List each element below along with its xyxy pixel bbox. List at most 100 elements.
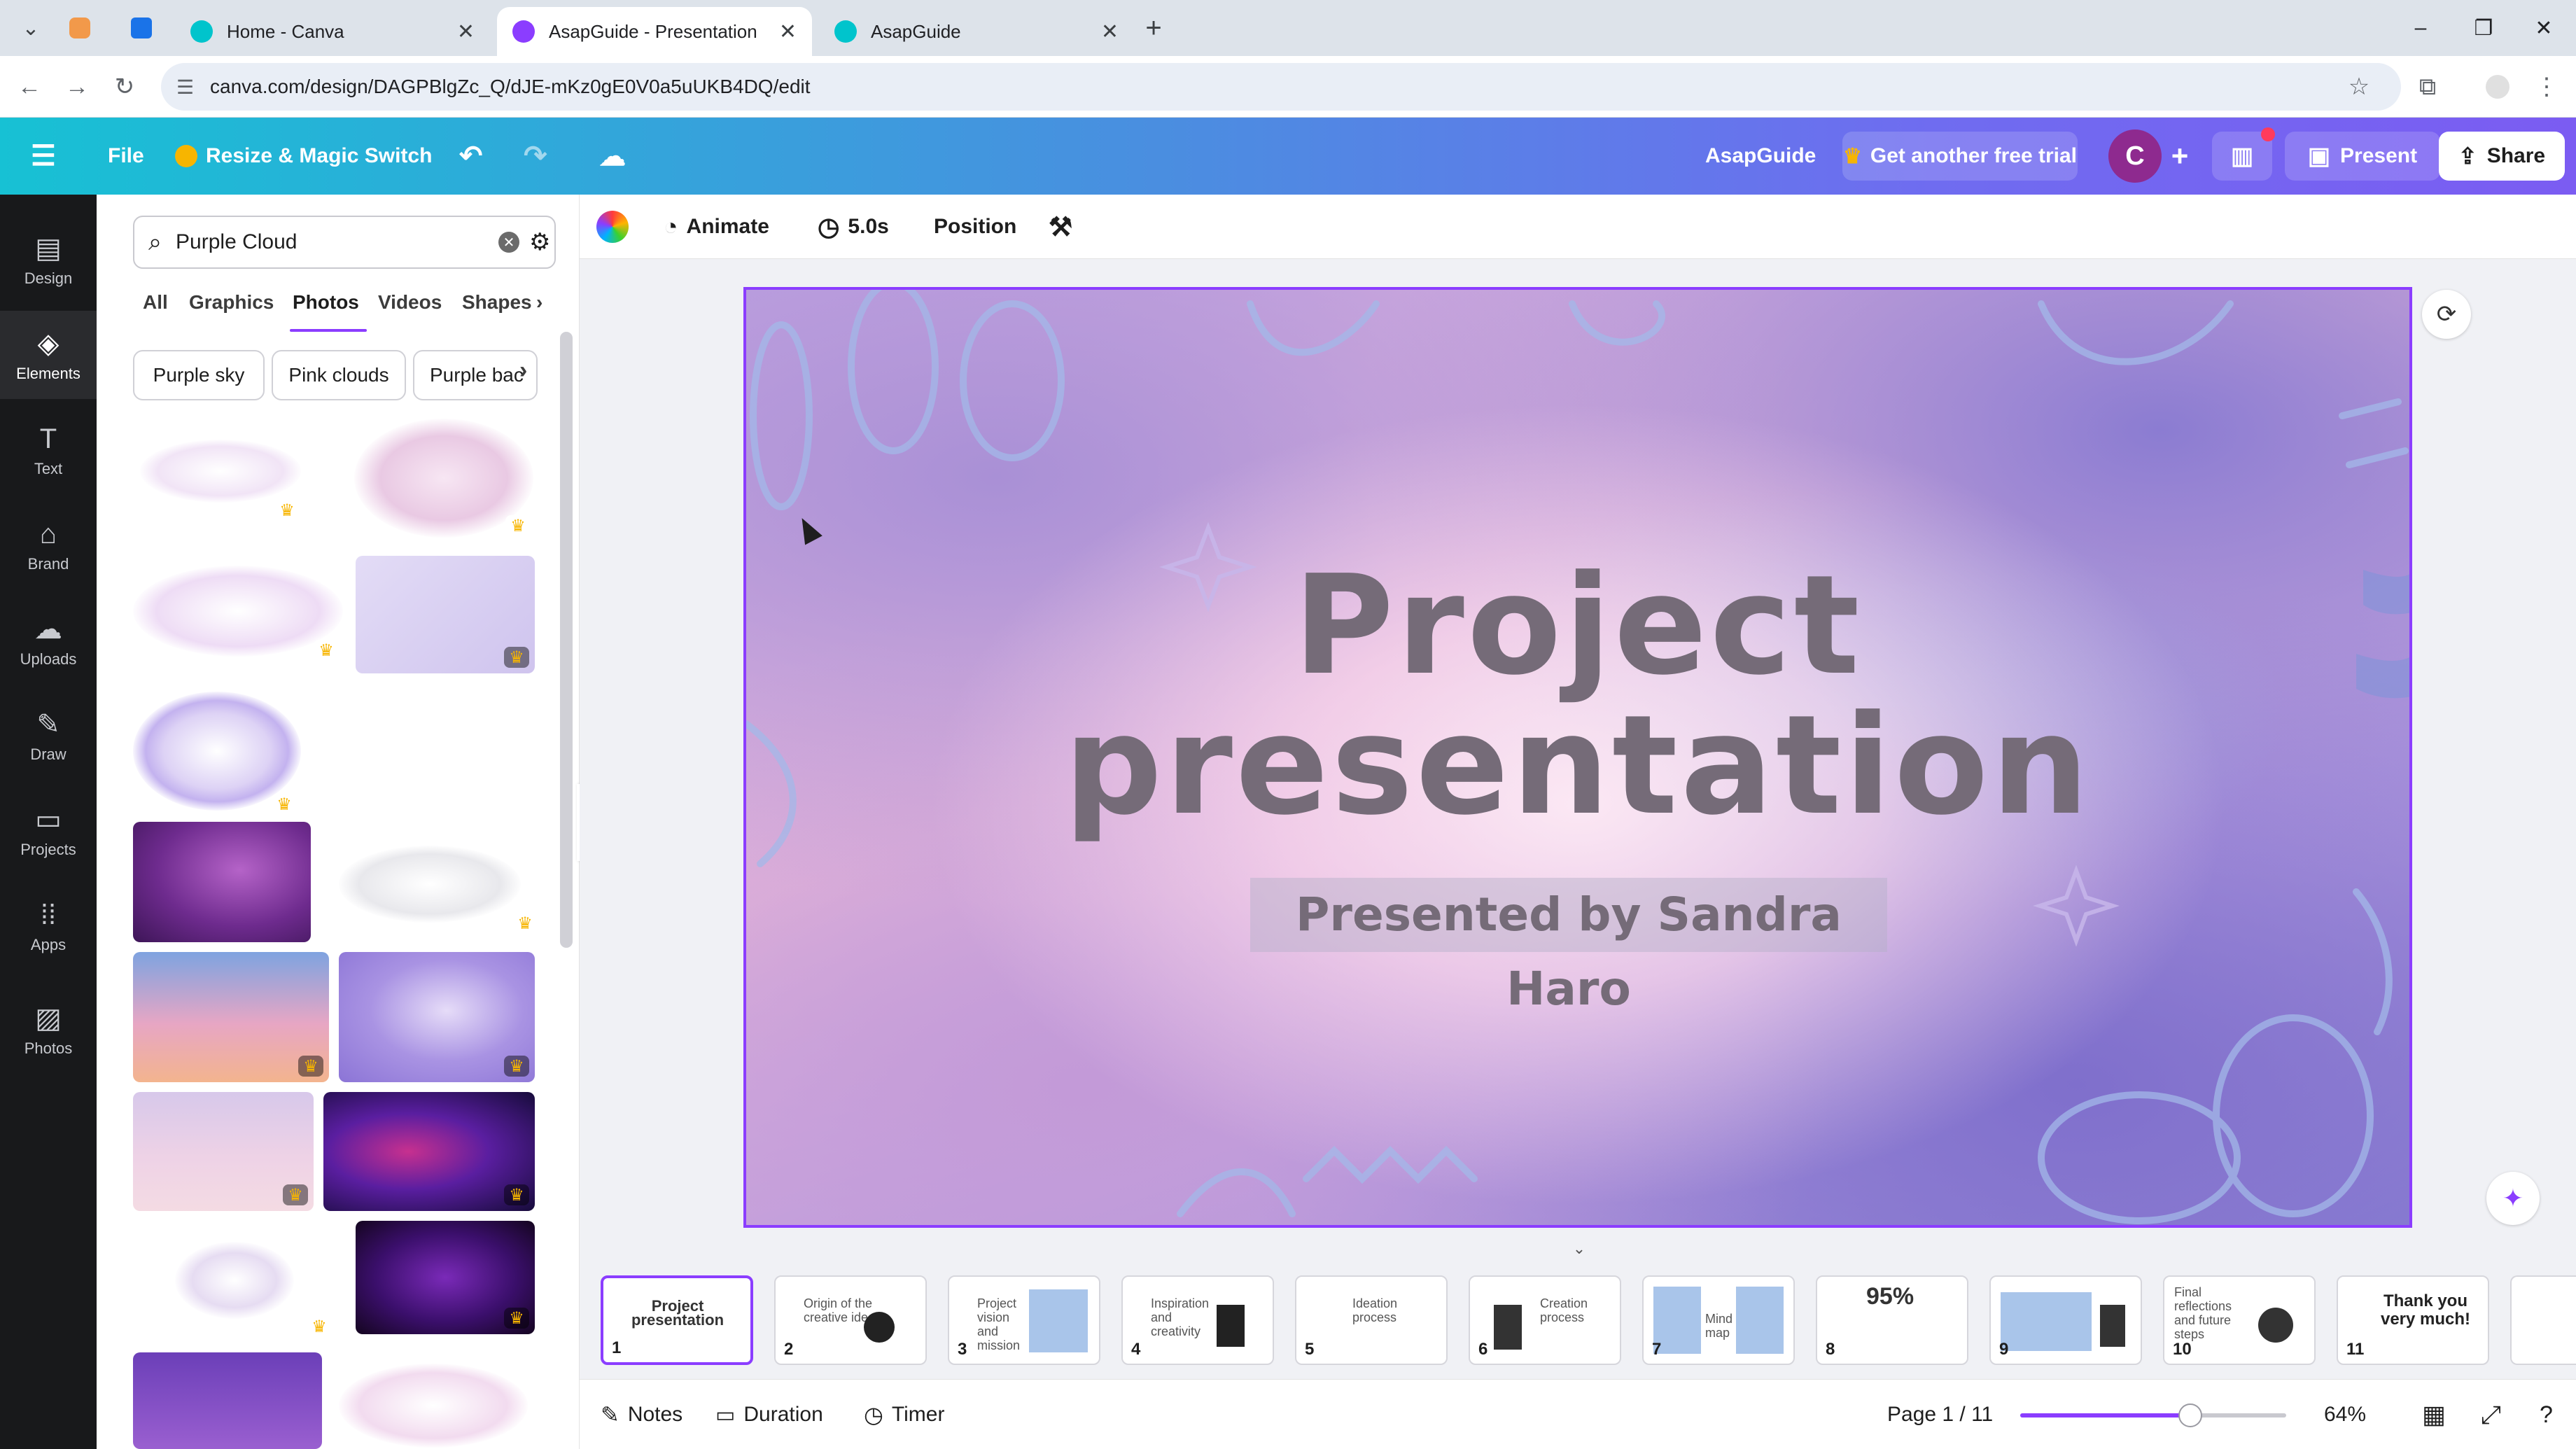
clear-search-icon[interactable]: ✕ xyxy=(498,232,519,253)
slide-subtitle[interactable]: Presented by Sandra Haro xyxy=(1250,878,1887,1016)
add-collaborator-plus-icon[interactable]: + xyxy=(2166,118,2194,195)
page-thumbnail-5[interactable]: Ideation process 5 xyxy=(1295,1275,1448,1365)
slide-title[interactable]: Project presentation xyxy=(746,556,2409,836)
suggestion-chip[interactable]: Pink clouds xyxy=(272,350,406,400)
panel-scrollbar[interactable] xyxy=(560,332,573,948)
position-button[interactable]: Position xyxy=(934,195,1016,259)
back-arrow-icon[interactable]: ← xyxy=(10,67,49,106)
grid-view-icon[interactable]: ▦ xyxy=(2422,1380,2446,1449)
photo-result[interactable]: ♛ xyxy=(356,1221,535,1334)
main-menu-icon[interactable]: ☰ xyxy=(31,118,56,195)
sidebar-item-draw[interactable]: ✎ Draw xyxy=(0,692,97,780)
file-menu-button[interactable]: File xyxy=(108,118,144,195)
pinned-tab-2[interactable] xyxy=(123,10,160,46)
help-icon[interactable]: ? xyxy=(2540,1380,2553,1449)
resize-magic-switch-button[interactable]: Resize & Magic Switch xyxy=(175,118,432,195)
photo-result[interactable]: ♛ xyxy=(133,685,301,818)
document-name[interactable]: AsapGuide xyxy=(1705,118,1816,195)
photo-result[interactable]: ♛ xyxy=(351,419,536,542)
notes-button[interactable]: ✎ Notes xyxy=(601,1380,682,1449)
tab-search-chevron-icon[interactable]: ⌄ xyxy=(13,10,49,46)
close-tab-icon[interactable]: ✕ xyxy=(457,20,475,44)
page-thumbnail-3[interactable]: Project vision and mission 3 xyxy=(948,1275,1100,1365)
reload-icon[interactable]: ↻ xyxy=(105,67,144,106)
extensions-icon[interactable]: ⧉ xyxy=(2408,67,2447,106)
close-tab-icon[interactable]: ✕ xyxy=(1101,20,1119,44)
minimize-window-icon[interactable]: – xyxy=(2400,10,2442,46)
tab-photos[interactable]: Photos xyxy=(293,291,359,314)
pinned-tab-1[interactable] xyxy=(62,10,98,46)
present-button[interactable]: ▣ Present xyxy=(2285,132,2440,181)
sidebar-item-text[interactable]: T Text xyxy=(0,406,97,494)
magic-assistant-sparkle-icon[interactable]: ✦ xyxy=(2486,1172,2540,1225)
tabs-scroll-right-chevron-icon[interactable]: › xyxy=(536,291,542,314)
photo-result[interactable] xyxy=(133,822,311,942)
photo-result[interactable] xyxy=(133,1352,322,1449)
page-thumbnail-4[interactable]: Inspiration and creativity 4 xyxy=(1121,1275,1274,1365)
fullscreen-icon[interactable]: ⤢ xyxy=(2481,1380,2501,1449)
sidebar-item-design[interactable]: ▤ Design xyxy=(0,216,97,304)
sidebar-item-photos[interactable]: ▨ Photos xyxy=(0,986,97,1074)
photo-result[interactable]: ♛ xyxy=(133,1221,336,1340)
page-thumbnail-8[interactable]: 95% 8 xyxy=(1816,1275,1968,1365)
close-tab-icon[interactable]: ✕ xyxy=(779,20,797,44)
new-tab-plus-icon[interactable]: + xyxy=(1134,10,1173,46)
page-thumbnail-7[interactable]: Mind map 7 xyxy=(1642,1275,1795,1365)
restore-window-icon[interactable]: ❐ xyxy=(2463,10,2505,46)
photo-result[interactable]: ♛ xyxy=(133,559,343,664)
hide-pages-chevron-icon[interactable]: ⌄ xyxy=(1565,1240,1593,1257)
bookmark-star-icon[interactable]: ☆ xyxy=(2339,67,2379,106)
sidebar-item-projects[interactable]: ▭ Projects xyxy=(0,787,97,875)
refresh-suggestion-icon[interactable]: ⟳ xyxy=(2422,290,2471,339)
undo-icon[interactable]: ↶ xyxy=(459,118,483,195)
photo-result[interactable]: ♛ xyxy=(356,556,535,673)
page-thumbnail-1[interactable]: Project presentation 1 xyxy=(601,1275,753,1365)
animate-button[interactable]: ◔ Animate xyxy=(664,195,769,259)
page-indicator-button[interactable]: Page 1 / 11 xyxy=(1887,1380,1993,1449)
zoom-level-button[interactable]: 64% xyxy=(2324,1380,2366,1449)
page-thumbnail-2[interactable]: Origin of the creative idea 2 xyxy=(774,1275,927,1365)
get-free-trial-button[interactable]: ♛ Get another free trial xyxy=(1842,132,2078,181)
page-thumbnail-11[interactable]: Thank you very much! 11 xyxy=(2337,1275,2489,1365)
user-avatar[interactable]: C xyxy=(2108,130,2162,183)
cloud-saved-icon[interactable]: ☁ xyxy=(599,118,626,195)
search-input[interactable]: ⌕ Purple Cloud ✕ ⚙ xyxy=(133,216,556,269)
share-button[interactable]: ⇪ Share xyxy=(2439,132,2565,181)
photo-result[interactable]: ♛ xyxy=(133,1092,314,1211)
color-picker-button[interactable] xyxy=(596,195,629,259)
photo-result[interactable]: ♛ xyxy=(323,1092,535,1211)
url-field[interactable]: ☰ canva.com/design/DAGPBlgZc_Q/dJE-mKz0g… xyxy=(161,63,2401,111)
duration-button[interactable]: ◷ 5.0s xyxy=(818,195,889,259)
redo-icon[interactable]: ↷ xyxy=(524,118,547,195)
paint-format-icon[interactable]: ⚒ xyxy=(1049,195,1072,259)
sidebar-item-elements[interactable]: ◈ Elements xyxy=(0,311,97,399)
suggestion-chip[interactable]: Purple sky xyxy=(133,350,265,400)
tab-videos[interactable]: Videos xyxy=(378,291,442,314)
tab-shapes[interactable]: Shapes xyxy=(462,291,539,314)
page-thumbnail-6[interactable]: Creation process 6 xyxy=(1469,1275,1621,1365)
tab-all[interactable]: All xyxy=(143,291,168,314)
add-page-button[interactable] xyxy=(2510,1275,2576,1365)
sidebar-item-uploads[interactable]: ☁ Uploads xyxy=(0,596,97,685)
forward-arrow-icon[interactable]: → xyxy=(57,67,97,106)
browser-menu-icon[interactable]: ⋮ xyxy=(2527,67,2566,106)
duration-footer-button[interactable]: ▭ Duration xyxy=(715,1380,823,1449)
photo-result[interactable]: ♛ xyxy=(133,419,302,524)
photo-result[interactable]: ♛ xyxy=(133,952,329,1082)
site-info-icon[interactable]: ☰ xyxy=(176,76,194,99)
photo-result[interactable]: ♛ xyxy=(339,952,535,1082)
page-thumbnail-9[interactable]: 9 xyxy=(1989,1275,2142,1365)
page-thumbnail-10[interactable]: Final reflections and future steps 10 xyxy=(2163,1275,2316,1365)
timer-button[interactable]: ◷ Timer xyxy=(864,1380,944,1449)
tab-asapguide-presentation[interactable]: AsapGuide - Presentation ✕ xyxy=(497,7,812,56)
zoom-slider-handle[interactable] xyxy=(2178,1404,2202,1427)
zoom-slider[interactable] xyxy=(2020,1404,2286,1427)
tab-home-canva[interactable]: Home - Canva ✕ xyxy=(175,7,490,56)
profile-avatar-icon[interactable] xyxy=(2478,67,2517,106)
sidebar-item-apps[interactable]: ⁞⁞ Apps xyxy=(0,882,97,970)
filter-sliders-icon[interactable]: ⚙ xyxy=(529,228,550,256)
tab-asapguide[interactable]: AsapGuide ✕ xyxy=(819,7,1134,56)
photo-result[interactable]: ♛ xyxy=(332,839,542,937)
sidebar-item-brand[interactable]: ⌂ Brand xyxy=(0,501,97,589)
tab-graphics[interactable]: Graphics xyxy=(189,291,274,314)
